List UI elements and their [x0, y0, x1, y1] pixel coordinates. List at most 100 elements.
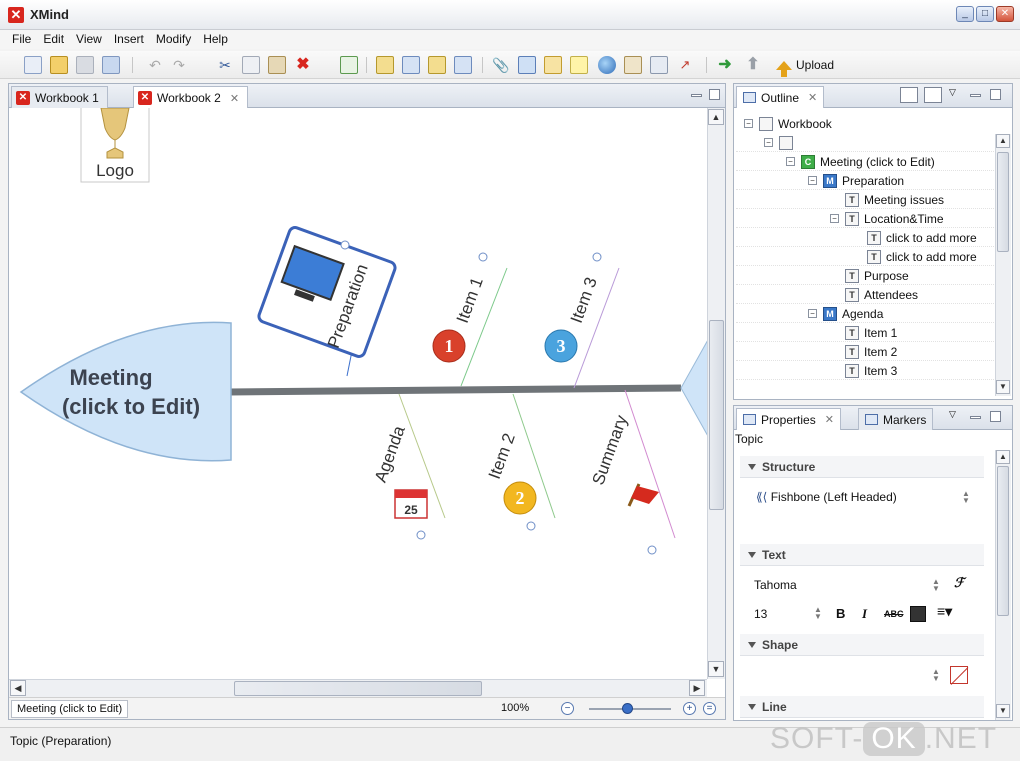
tree-item-workbook[interactable]: − Workbook — [744, 114, 832, 133]
tree-item-meeting[interactable]: − C Meeting (click to Edit) — [786, 152, 935, 171]
collapse-icon[interactable]: − — [808, 176, 817, 185]
picture-icon[interactable] — [518, 56, 536, 74]
close-tab-icon[interactable]: ✕ — [825, 413, 834, 426]
label-icon[interactable] — [544, 56, 562, 74]
menu-insert[interactable]: Insert — [108, 30, 150, 49]
vertical-scrollbar[interactable]: ▲ ▼ — [707, 108, 725, 679]
central-topic[interactable] — [19, 321, 232, 462]
outline-scrollbar[interactable]: ▲ ▼ — [995, 134, 1011, 396]
menu-help[interactable]: Help — [197, 30, 234, 49]
drill-up-icon[interactable]: ⬆ — [744, 56, 762, 74]
tree-item-location-time[interactable]: − T Location&Time — [830, 209, 944, 228]
scroll-up-icon[interactable]: ▲ — [996, 450, 1010, 464]
maximize-button[interactable]: □ — [976, 6, 994, 22]
scroll-up-icon[interactable]: ▲ — [708, 109, 724, 125]
topic-label-item-1[interactable]: Item 1 — [453, 275, 487, 326]
redo-icon[interactable]: ↷ — [170, 56, 188, 74]
open-icon[interactable] — [50, 56, 68, 74]
font-size-spinner-icon[interactable]: ▲ ▼ — [814, 606, 822, 621]
zoom-slider-handle[interactable] — [622, 703, 633, 714]
structure-select[interactable]: ⟪⟨ Fishbone (Left Headed) — [756, 490, 897, 504]
menu-file[interactable]: File — [6, 30, 37, 49]
menu-modify[interactable]: Modify — [150, 30, 197, 49]
map-canvas[interactable]: Logo Meeting (click to Edit) Preparation… — [9, 108, 707, 679]
font-spinner-icon[interactable]: ▲ ▼ — [932, 578, 940, 593]
close-tab-icon[interactable]: ✕ — [808, 91, 817, 104]
structure-section[interactable]: Structure — [740, 456, 984, 478]
minimize-view-icon[interactable] — [691, 94, 702, 97]
save-icon[interactable] — [76, 56, 94, 74]
collapse-icon[interactable]: − — [764, 138, 773, 147]
menu-view[interactable]: View — [70, 30, 108, 49]
structure-spinner-icon[interactable]: ▲ ▼ — [962, 490, 970, 505]
shape-spinner-icon[interactable]: ▲ ▼ — [932, 668, 940, 683]
tree-item-click-to-add[interactable]: T click to add more — [867, 247, 977, 266]
collapse-toggle-icon[interactable] — [340, 240, 350, 250]
align-text-icon[interactable]: ≡▾ — [937, 603, 952, 620]
copy-icon[interactable] — [242, 56, 260, 74]
new-icon[interactable] — [24, 56, 42, 74]
collapse-toggle-icon[interactable] — [526, 521, 536, 531]
tree-item-item-1[interactable]: T Item 1 — [845, 323, 897, 342]
insert-topic-before-icon[interactable] — [428, 56, 446, 74]
maximize-view-icon[interactable] — [709, 89, 720, 100]
tree-item-agenda[interactable]: − M Agenda — [808, 304, 883, 323]
topic-label-item-3[interactable]: Item 3 — [567, 275, 601, 326]
font-size-select[interactable]: 13 — [754, 607, 767, 621]
properties-scrollbar[interactable]: ▲ ▼ — [995, 450, 1011, 720]
drill-down-icon[interactable]: ➜ — [716, 56, 734, 74]
italic-button[interactable]: I — [862, 606, 867, 622]
view-menu-icon[interactable]: ▽ — [949, 409, 960, 420]
text-section[interactable]: Text — [740, 544, 984, 566]
zoom-out-icon[interactable]: − — [561, 702, 574, 715]
tab-workbook-2[interactable]: ✕ Workbook 2 ✕ — [133, 86, 249, 109]
properties-scroll-thumb[interactable] — [997, 466, 1009, 616]
shape-section[interactable]: Shape — [740, 634, 984, 656]
tree-item-preparation[interactable]: − M Preparation — [808, 171, 904, 190]
fit-map-icon[interactable]: = — [703, 702, 716, 715]
tree-item-purpose[interactable]: T Purpose — [845, 266, 909, 285]
menu-edit[interactable]: Edit — [37, 30, 70, 49]
print-icon[interactable] — [102, 56, 120, 74]
collapse-icon[interactable]: − — [830, 214, 839, 223]
hyperlink-icon[interactable] — [598, 56, 616, 74]
topic-label-summary[interactable]: Summary — [588, 412, 631, 487]
insert-subtopic-icon[interactable] — [402, 56, 420, 74]
scroll-down-icon[interactable]: ▼ — [708, 661, 724, 677]
tab-properties[interactable]: Properties ✕ — [736, 408, 841, 430]
shape-none-icon[interactable] — [950, 666, 968, 684]
logo-topic[interactable]: Logo — [80, 108, 150, 183]
tab-outline[interactable]: Outline ✕ — [736, 86, 825, 108]
tab-markers[interactable]: Markers — [858, 408, 934, 430]
bold-button[interactable]: B — [836, 606, 845, 621]
insert-topic-icon[interactable] — [376, 56, 394, 74]
collapse-toggle-icon[interactable] — [478, 252, 488, 262]
relationship-icon[interactable]: ↗ — [676, 56, 694, 74]
collapse-toggle-icon[interactable] — [592, 252, 602, 262]
collapse-icon[interactable]: − — [786, 157, 795, 166]
insert-image-icon[interactable] — [340, 56, 358, 74]
vertical-scroll-thumb[interactable] — [709, 320, 724, 510]
tree-item-item-3[interactable]: T Item 3 — [845, 361, 897, 380]
breadcrumb[interactable]: Meeting (click to Edit) — [11, 700, 129, 718]
close-tab-icon[interactable]: ✕ — [230, 92, 239, 105]
close-button[interactable]: ✕ — [996, 6, 1014, 22]
tab-workbook-1[interactable]: ✕ Workbook 1 — [11, 86, 108, 108]
boundary-icon[interactable] — [624, 56, 642, 74]
scroll-down-icon[interactable]: ▼ — [996, 704, 1010, 718]
summary-icon[interactable] — [650, 56, 668, 74]
zoom-in-icon[interactable]: + — [683, 702, 696, 715]
collapse-icon[interactable]: − — [744, 119, 753, 128]
minimize-button[interactable]: _ — [956, 6, 974, 22]
attachment-icon[interactable]: 📎 — [492, 56, 510, 74]
topic-label-agenda[interactable]: Agenda — [371, 423, 409, 485]
line-section[interactable]: Line — [740, 696, 984, 718]
cut-icon[interactable]: ✂ — [216, 56, 234, 74]
tree-item-meeting-issues[interactable]: T Meeting issues — [845, 190, 944, 209]
scroll-up-icon[interactable]: ▲ — [996, 134, 1010, 148]
outline-toolbar-icon[interactable] — [924, 87, 942, 103]
insert-parent-topic-icon[interactable] — [454, 56, 472, 74]
scroll-down-icon[interactable]: ▼ — [996, 380, 1010, 394]
collapse-toggle-icon[interactable] — [647, 545, 657, 555]
tree-item-attendees[interactable]: T Attendees — [845, 285, 918, 304]
